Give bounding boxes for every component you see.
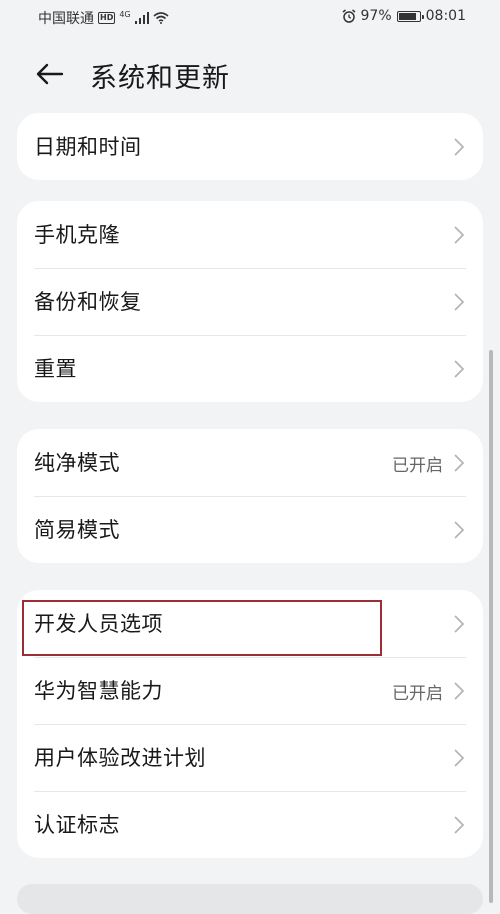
item-label: 纯净模式: [34, 451, 120, 475]
item-label: 用户体验改进计划: [34, 746, 206, 770]
status-text: 已开启: [392, 684, 443, 704]
page-header: 系统和更新: [0, 50, 500, 98]
certification-item[interactable]: 认证标志: [17, 791, 483, 858]
battery-percent: 97%: [360, 8, 392, 24]
chevron-right-icon: [454, 138, 464, 156]
chevron-right-icon: [454, 521, 464, 539]
chevron-right-icon: [454, 360, 464, 378]
chevron-right-icon: [454, 454, 464, 472]
chevron-right-icon: [454, 226, 464, 244]
item-label: 手机克隆: [34, 223, 120, 247]
alarm-icon: [342, 9, 355, 23]
chevron-right-icon: [454, 615, 464, 633]
huawei-ai-item[interactable]: 华为智慧能力 已开启: [17, 657, 483, 724]
chevron-right-icon: [454, 816, 464, 834]
backup-restore-item[interactable]: 备份和恢复: [17, 268, 483, 335]
item-label: 简易模式: [34, 518, 120, 542]
simple-mode-item[interactable]: 简易模式: [17, 496, 483, 563]
pure-mode-item[interactable]: 纯净模式 已开启: [17, 429, 483, 496]
carrier-name: 中国联通: [38, 11, 94, 27]
scrollbar[interactable]: [489, 350, 493, 903]
battery-icon: [396, 10, 424, 22]
hd-icon: HD: [98, 12, 116, 24]
back-arrow-icon[interactable]: [34, 58, 66, 90]
page-title: 系统和更新: [90, 63, 230, 94]
signal-icon: [134, 12, 149, 24]
settings-group-backup: 手机克隆 备份和恢复 重置: [17, 201, 483, 402]
chevron-right-icon: [454, 293, 464, 311]
item-label: 开发人员选项: [34, 612, 163, 636]
settings-group-datetime: 日期和时间: [17, 113, 483, 180]
date-time-item[interactable]: 日期和时间: [17, 113, 483, 180]
item-label: 重置: [34, 357, 77, 381]
status-bar: 中国联通 HD 4G 97% 08:01: [0, 0, 500, 34]
item-label: 备份和恢复: [34, 290, 142, 314]
chevron-right-icon: [454, 682, 464, 700]
settings-group-modes: 纯净模式 已开启 简易模式: [17, 429, 483, 563]
item-label: 日期和时间: [34, 135, 142, 159]
developer-options-item[interactable]: 开发人员选项: [17, 590, 483, 657]
wifi-icon: [153, 12, 169, 24]
user-experience-item[interactable]: 用户体验改进计划: [17, 724, 483, 791]
chevron-right-icon: [454, 749, 464, 767]
network-type: 4G: [119, 9, 131, 19]
phone-clone-item[interactable]: 手机克隆: [17, 201, 483, 268]
settings-group-developer: 开发人员选项 华为智慧能力 已开启 用户体验改进计划 认证标志: [17, 590, 483, 858]
item-label: 认证标志: [34, 813, 120, 837]
reset-item[interactable]: 重置: [17, 335, 483, 402]
item-label: 华为智慧能力: [34, 679, 163, 703]
next-settings-group: [17, 884, 483, 914]
status-text: 已开启: [392, 456, 443, 476]
clock-time: 08:01: [425, 8, 466, 24]
